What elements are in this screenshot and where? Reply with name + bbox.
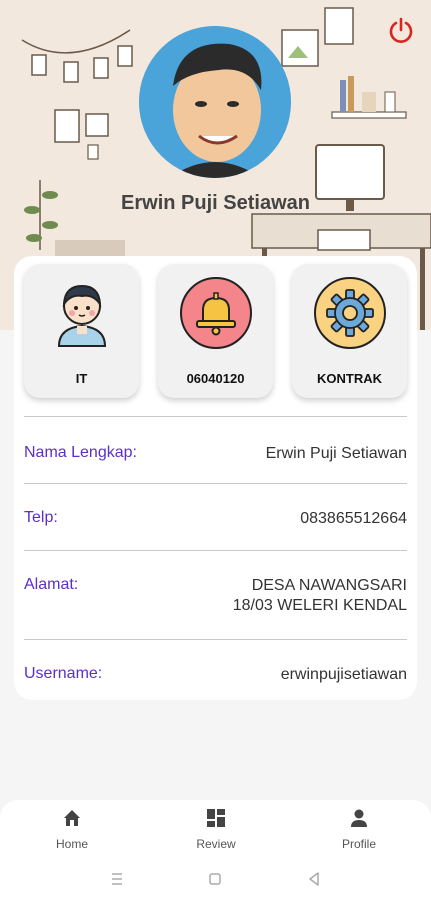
username-label: Username: xyxy=(24,665,103,682)
full-name-value: Erwin Puji Setiawan xyxy=(265,445,407,462)
address-line-2: 18/03 WELERI KENDAL xyxy=(232,597,407,614)
department-label: IT xyxy=(75,371,88,386)
address-line-1: DESA NAWANGSARI xyxy=(251,577,407,594)
back-triangle-icon xyxy=(309,872,319,886)
nav-home-label: Home xyxy=(55,837,88,851)
full-name-label: Nama Lengkap: xyxy=(24,444,137,461)
employee-id-label: 06040120 xyxy=(186,371,245,386)
nav-profile-label: Profile xyxy=(341,837,376,851)
username-row: Username: erwinpujisetiawan xyxy=(24,640,407,706)
profile-tiles: IT 06040120 KONTRAK xyxy=(24,264,407,400)
back-button[interactable] xyxy=(305,870,323,888)
phone-label: Telp: xyxy=(24,509,58,526)
profile-details: Nama Lengkap: Erwin Puji Setiawan Telp: … xyxy=(24,416,407,706)
gear-icon xyxy=(313,276,387,350)
username-value: erwinpujisetiawan xyxy=(280,666,407,683)
nav-review-label: Review xyxy=(196,837,236,851)
full-name-row: Nama Lengkap: Erwin Puji Setiawan xyxy=(24,417,407,483)
power-icon xyxy=(389,17,413,43)
employee-avatar-icon xyxy=(45,276,119,350)
home-icon xyxy=(64,810,80,826)
square-icon xyxy=(209,873,221,885)
dashboard-icon xyxy=(207,809,225,827)
address-row: Alamat: DESA NAWANGSARI 18/03 WELERI KEN… xyxy=(24,551,407,639)
logout-button[interactable] xyxy=(385,14,417,46)
profile-avatar xyxy=(139,26,291,178)
home-system-button[interactable] xyxy=(206,870,224,888)
system-navigation-bar xyxy=(0,856,431,900)
menu-lines-icon xyxy=(112,873,122,885)
profile-card: IT 06040120 KONTRAK Nama Lengkap: Erwin … xyxy=(14,256,417,700)
employee-id-tile[interactable]: 06040120 xyxy=(158,264,273,398)
phone-value: 083865512664 xyxy=(300,510,407,527)
address-label: Alamat: xyxy=(24,576,79,593)
department-tile[interactable]: IT xyxy=(24,264,139,398)
nav-profile[interactable]: Profile xyxy=(319,808,399,851)
bell-icon xyxy=(179,276,253,350)
phone-row: Telp: 083865512664 xyxy=(24,484,407,550)
nav-home[interactable]: Home xyxy=(32,808,112,851)
contract-label: KONTRAK xyxy=(317,371,382,386)
address-value: DESA NAWANGSARI 18/03 WELERI KENDAL xyxy=(233,576,407,616)
bottom-navigation: Home Review Profile xyxy=(0,800,431,856)
person-icon xyxy=(351,809,367,827)
contract-tile[interactable]: KONTRAK xyxy=(292,264,407,398)
nav-review[interactable]: Review xyxy=(176,808,256,851)
profile-name: Erwin Puji Setiawan xyxy=(121,192,310,214)
recent-apps-button[interactable] xyxy=(108,870,126,888)
